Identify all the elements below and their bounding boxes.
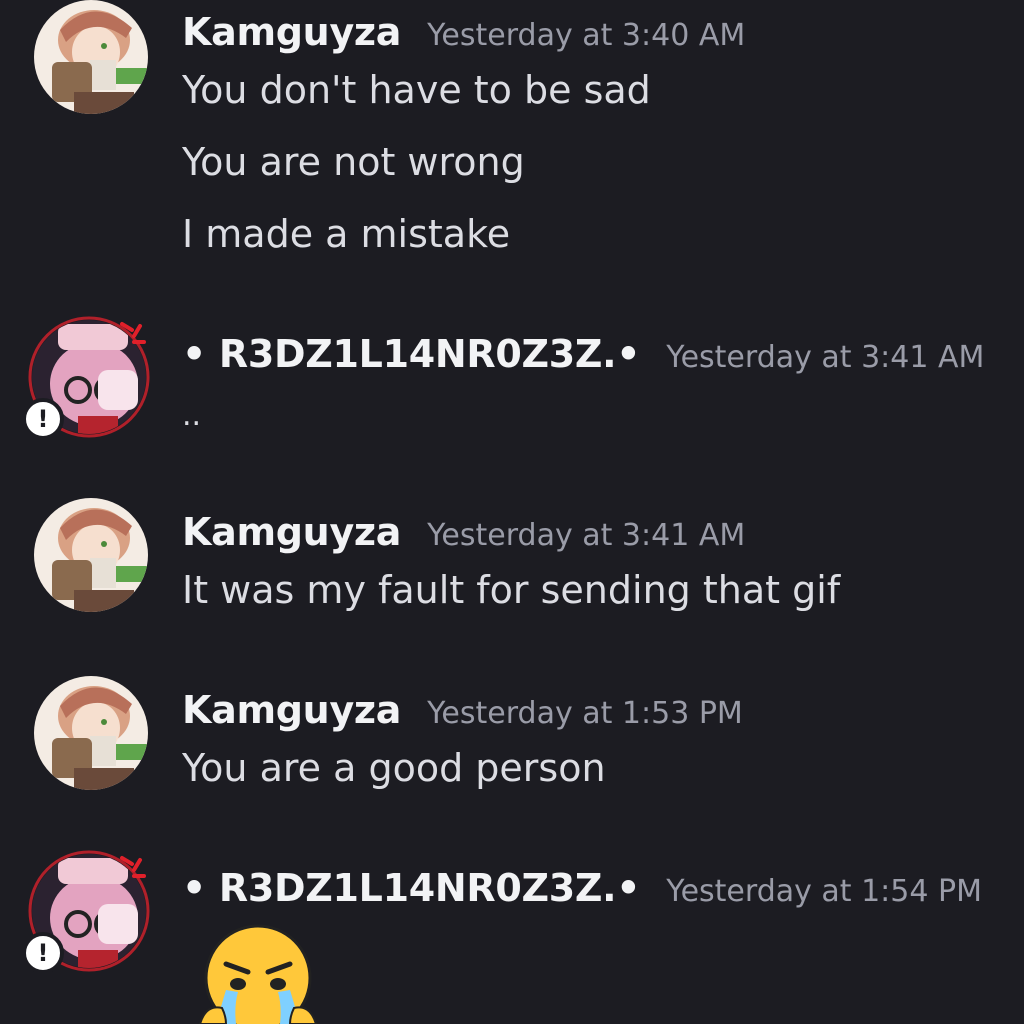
username[interactable]: • R3DZ1L14NR0Z3Z.• — [182, 332, 641, 376]
crying-angry-emoji-icon[interactable] — [196, 920, 326, 1024]
status-badge: ! — [22, 398, 64, 440]
timestamp: Yesterday at 1:53 PM — [427, 696, 743, 731]
message-header: • R3DZ1L14NR0Z3Z.• Yesterday at 3:41 AM — [182, 332, 984, 376]
kamguyza-avatar-icon — [34, 498, 148, 612]
redzilian-avatar[interactable]: ! — [22, 316, 150, 440]
timestamp: Yesterday at 1:54 PM — [666, 874, 982, 909]
message-header: • R3DZ1L14NR0Z3Z.• Yesterday at 1:54 PM — [182, 866, 982, 910]
kamguyza-avatar-icon — [34, 676, 148, 790]
username[interactable]: Kamguyza — [182, 510, 401, 554]
timestamp: Yesterday at 3:40 AM — [427, 18, 746, 53]
message-text: It was my fault for sending that gif — [182, 568, 841, 612]
kamguyza-avatar[interactable] — [34, 676, 148, 790]
username[interactable]: • R3DZ1L14NR0Z3Z.• — [182, 866, 641, 910]
timestamp: Yesterday at 3:41 AM — [666, 340, 985, 375]
kamguyza-avatar-icon — [34, 0, 148, 114]
username[interactable]: Kamguyza — [182, 10, 401, 54]
kamguyza-avatar[interactable] — [34, 498, 148, 612]
kamguyza-avatar[interactable] — [34, 0, 148, 114]
status-badge: ! — [22, 932, 64, 974]
redzilian-avatar[interactable]: ! — [22, 850, 150, 974]
username[interactable]: Kamguyza — [182, 688, 401, 732]
message-header: Kamguyza Yesterday at 1:53 PM — [182, 688, 743, 732]
message-text: You are a good person — [182, 746, 606, 790]
message-text: You don't have to be sad — [182, 68, 651, 112]
message-text: You are not wrong — [182, 140, 525, 184]
message-text: I made a mistake — [182, 212, 511, 256]
chat-message-list: Kamguyza Yesterday at 3:40 AM You don't … — [0, 0, 1024, 1024]
message-header: Kamguyza Yesterday at 3:40 AM — [182, 10, 745, 54]
message-text: .. — [182, 398, 202, 433]
timestamp: Yesterday at 3:41 AM — [427, 518, 746, 553]
message-header: Kamguyza Yesterday at 3:41 AM — [182, 510, 745, 554]
